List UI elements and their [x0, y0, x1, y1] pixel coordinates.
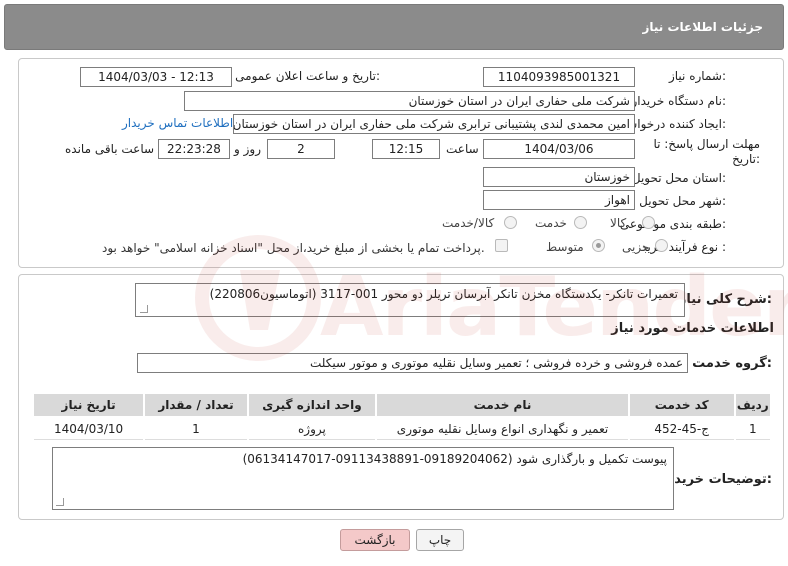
col-name: نام خدمت: [377, 394, 628, 416]
cell-quantity: 1: [145, 418, 247, 440]
notes-resize-handle[interactable]: [56, 498, 64, 506]
process-label: نوع فرآیند خرید :: [641, 240, 726, 254]
need-number-field[interactable]: 1104093985001321: [483, 67, 635, 87]
header-bar: جزئیات اطلاعات نیاز: [4, 4, 784, 50]
category-goods-label: کالا: [610, 216, 627, 230]
col-date: تاریخ نیاز: [34, 394, 144, 416]
deadline-label: مهلت ارسال پاسخ: تا تاریخ:: [653, 137, 760, 166]
service-group-label: گروه خدمت:: [692, 356, 772, 371]
days-label: روز و: [234, 142, 261, 156]
col-code: کد خدمت: [629, 394, 734, 416]
city-label: شهر محل تحویل:: [639, 194, 726, 208]
summary-resize-handle[interactable]: [140, 305, 148, 313]
province-label: استان محل تحویل:: [631, 171, 726, 185]
category-label: طبقه بندی موضوعی:: [619, 217, 726, 231]
remaining-time-field[interactable]: 22:23:28: [158, 139, 230, 159]
announce-field[interactable]: 1404/03/03 - 12:13: [80, 67, 232, 87]
deadline-time-label: ساعت: [446, 142, 479, 156]
summary-textarea[interactable]: تعمیرات تانکر- یکدستگاه مخزن تانکر آبرسا…: [135, 283, 685, 317]
category-goods-service-radio[interactable]: [504, 216, 517, 229]
buyer-notes-textarea[interactable]: پیوست تکمیل و بارگذاری شود (09189204062-…: [52, 447, 674, 510]
service-group-field[interactable]: عمده فروشی و خرده فروشی ؛ تعمیر وسایل نق…: [137, 353, 688, 373]
col-quantity: تعداد / مقدار: [145, 394, 247, 416]
creator-field[interactable]: امین محمدی لندی پشتیبانی ترابری شرکت ملی…: [233, 114, 635, 134]
cell-unit: پروژه: [248, 418, 376, 440]
cell-name: تعمیر و نگهداری انواع وسایل نقلیه موتوری: [377, 418, 628, 440]
buyer-org-field[interactable]: شرکت ملی حفاری ایران در استان خوزستان: [184, 91, 635, 111]
category-service-radio[interactable]: [574, 216, 587, 229]
buyer-notes-label: توضیحات خریدار:: [662, 472, 772, 487]
announce-label: تاریخ و ساعت اعلان عمومی:: [235, 69, 380, 83]
table-header-row: ردیف کد خدمت نام خدمت واحد اندازه گیری ت…: [34, 394, 770, 416]
process-medium-label: متوسط: [546, 240, 584, 254]
deadline-date-field[interactable]: 1404/03/06: [483, 139, 635, 159]
process-minor-radio[interactable]: [655, 239, 668, 252]
col-unit: واحد اندازه گیری: [248, 394, 376, 416]
city-field[interactable]: اهواز: [483, 190, 635, 210]
summary-label: شرح کلی نیاز:: [678, 292, 772, 307]
buyer-org-label: نام دستگاه خریدار:: [631, 94, 727, 108]
need-number-label: شماره نیاز:: [668, 69, 726, 83]
days-field[interactable]: 2: [267, 139, 335, 159]
province-field[interactable]: خوزستان: [483, 167, 635, 187]
services-table: ردیف کد خدمت نام خدمت واحد اندازه گیری ت…: [32, 392, 772, 442]
table-row[interactable]: 1 ج-45-452 تعمیر و نگهداری انواع وسایل ن…: [34, 418, 770, 440]
remaining-label: ساعت باقی مانده: [65, 142, 155, 156]
deadline-time-field[interactable]: 12:15: [372, 139, 440, 159]
treasury-payment-note: پرداخت تمام یا بخشی از مبلغ خرید،از محل …: [102, 241, 485, 255]
treasury-payment-checkbox[interactable]: [495, 239, 508, 252]
category-service-label: خدمت: [535, 216, 567, 230]
process-medium-radio[interactable]: [592, 239, 605, 252]
services-section-title: اطلاعات خدمات مورد نیاز: [611, 321, 774, 336]
contact-buyer-link[interactable]: اطلاعات تماس خریدار: [122, 116, 233, 130]
print-button[interactable]: چاپ: [416, 529, 464, 551]
cell-row: 1: [735, 418, 770, 440]
page-title: جزئیات اطلاعات نیاز: [642, 20, 763, 34]
cell-date: 1404/03/10: [34, 418, 144, 440]
cell-code: ج-45-452: [629, 418, 734, 440]
process-minor-label: جزیی: [622, 240, 650, 254]
category-goods-service-label: کالا/خدمت: [442, 216, 495, 230]
col-row: ردیف: [735, 394, 770, 416]
back-button[interactable]: بازگشت: [340, 529, 410, 551]
category-goods-radio[interactable]: [642, 216, 655, 229]
